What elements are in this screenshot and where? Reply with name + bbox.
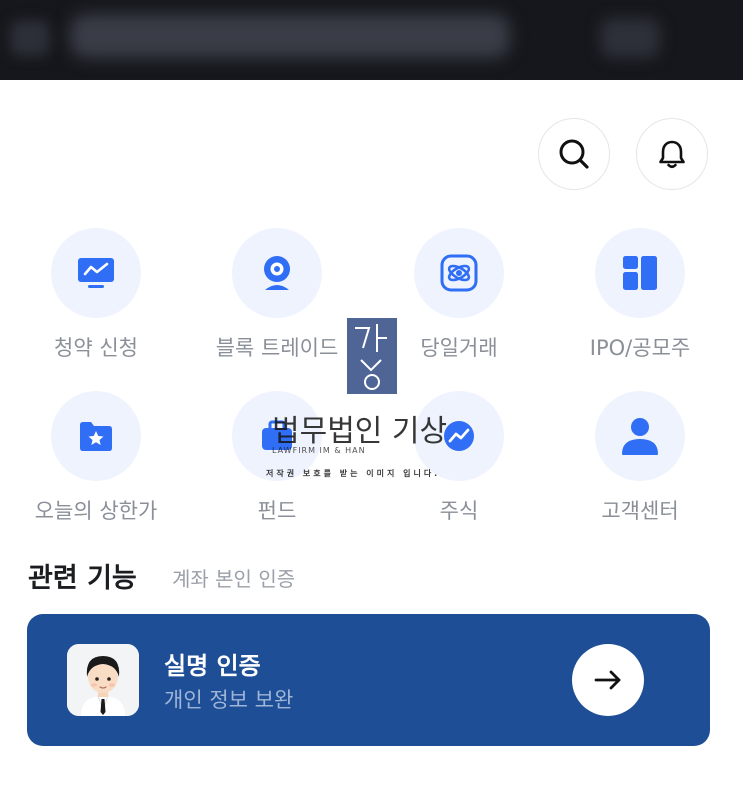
- menu-item-label: 주식: [439, 499, 479, 523]
- real-name-verification-card[interactable]: 실명 인증 개인 정보 보완: [27, 614, 710, 746]
- menu-item-stock[interactable]: 주식: [369, 391, 549, 525]
- status-blur-right: [600, 18, 660, 58]
- search-icon: [559, 139, 589, 169]
- status-blur-title: [70, 14, 510, 58]
- exchange-cycle-icon: [414, 228, 504, 318]
- menu-item-label: 청약 신청: [54, 336, 138, 360]
- menu-item-label: 당일거래: [420, 336, 498, 360]
- menu-item-customer-center[interactable]: 고객센터: [550, 391, 730, 525]
- menu-item-label: 오늘의 상한가: [34, 499, 158, 523]
- monitor-chart-icon: [51, 228, 141, 318]
- star-folder-icon: [51, 391, 141, 481]
- menu-item-label: 고객센터: [601, 499, 679, 523]
- avatar: [67, 644, 139, 716]
- menu-item-label: 블록 트레이드: [215, 336, 339, 360]
- status-blur-left: [10, 20, 50, 56]
- section-subtitle: 계좌 본인 인증: [172, 567, 296, 591]
- search-button[interactable]: [538, 118, 610, 190]
- person-icon: [595, 391, 685, 481]
- card-subtitle: 개인 정보 보완: [164, 688, 294, 712]
- menu-item-upper-limit[interactable]: 오늘의 상한가: [6, 391, 186, 525]
- go-button[interactable]: [572, 644, 644, 716]
- arrow-right-icon: [594, 670, 621, 690]
- grid-blocks-icon: [595, 228, 685, 318]
- menu-item-block-trade[interactable]: 블록 트레이드: [187, 228, 367, 362]
- bell-icon: [659, 140, 685, 169]
- card-title: 실명 인증: [164, 652, 261, 680]
- stock-icon: [414, 391, 504, 481]
- status-bar: [0, 0, 743, 80]
- menu-item-day-trade[interactable]: 당일거래: [369, 228, 549, 362]
- menu-item-ipo[interactable]: IPO/공모주: [550, 228, 730, 362]
- notification-button[interactable]: [636, 118, 708, 190]
- webcam-icon: [232, 228, 322, 318]
- menu-item-label: IPO/공모주: [589, 336, 691, 360]
- menu-item-fund[interactable]: 펀드: [187, 391, 367, 525]
- section-title: 관련 기능: [28, 563, 137, 594]
- menu-item-subscription[interactable]: 청약 신청: [6, 228, 186, 362]
- fund-icon: [232, 391, 322, 481]
- menu-item-label: 펀드: [257, 499, 297, 523]
